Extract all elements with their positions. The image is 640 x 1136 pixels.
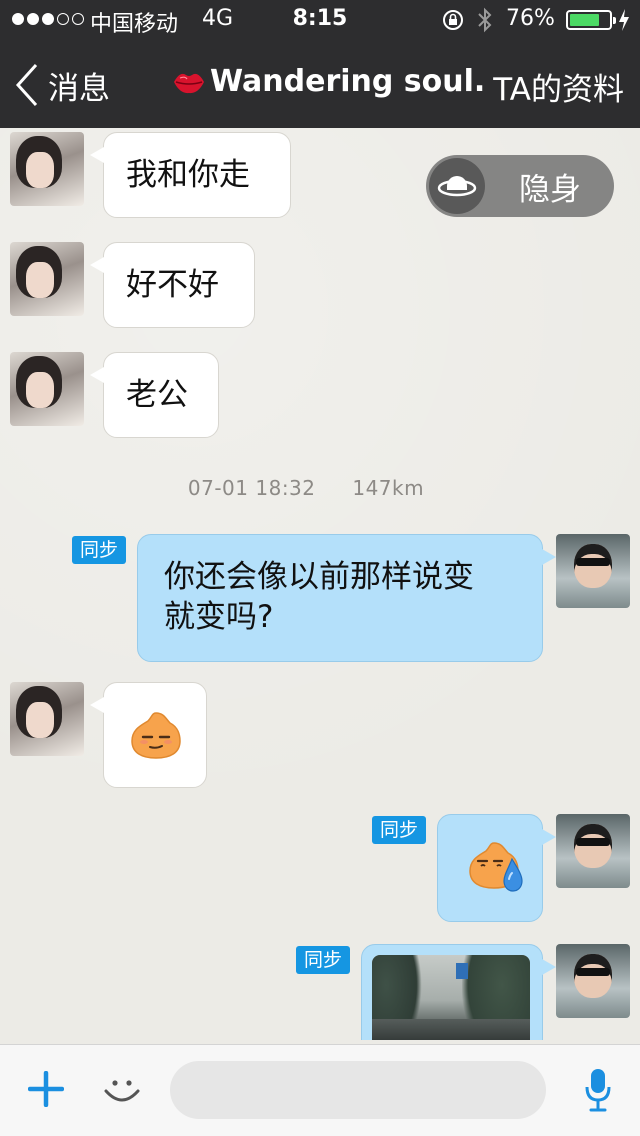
smiley-icon[interactable] — [102, 1069, 142, 1109]
incognito-toggle[interactable]: 隐身 — [426, 155, 614, 217]
page-title: Wandering soul. — [172, 64, 485, 99]
avatar[interactable] — [556, 814, 630, 888]
smirk-face-icon — [131, 712, 181, 759]
plus-icon[interactable] — [28, 1071, 64, 1107]
incognito-label: 隐身 — [519, 171, 581, 208]
bluetooth-icon — [478, 7, 492, 33]
message-bubble[interactable]: 老公 — [90, 352, 219, 438]
message-bubble[interactable] — [90, 682, 207, 788]
sync-badge: 同步 — [296, 946, 351, 974]
avatar[interactable] — [10, 682, 84, 756]
street-photo-thumbnail[interactable] — [372, 955, 530, 1040]
avatar[interactable] — [10, 242, 84, 316]
back-label: 消息 — [48, 70, 110, 107]
chat-area[interactable]: 我和你走 隐身 好不好 老公 07-01 18:32 147km 同步 你还会像… — [0, 128, 640, 1040]
chevron-left-icon — [15, 63, 38, 107]
timestamp-distance: 147km — [352, 476, 425, 500]
sync-badge: 同步 — [372, 816, 427, 844]
avatar[interactable] — [10, 352, 84, 426]
message-text: 老公 — [126, 377, 188, 413]
message-text: 好不好 — [126, 267, 219, 303]
top-bar: 中国移动 4G 8:15 76% 消息 Wandering soul. TA的资… — [0, 0, 640, 128]
avatar[interactable] — [556, 534, 630, 608]
image-message-bubble[interactable] — [361, 944, 556, 1040]
microphone-icon[interactable] — [584, 1067, 612, 1113]
rotation-lock-icon — [443, 10, 463, 30]
message-text: 你还会像以前那样说变 就变吗? — [164, 559, 474, 635]
sweat-face-icon — [469, 842, 523, 892]
message-text: 我和你走 — [126, 157, 250, 193]
message-bubble[interactable] — [437, 814, 556, 922]
input-bar — [0, 1044, 640, 1136]
timestamp-datetime: 07-01 18:32 — [187, 476, 316, 500]
message-bubble[interactable]: 好不好 — [90, 242, 255, 328]
ufo-icon — [429, 158, 485, 214]
charging-bolt-icon — [619, 9, 629, 31]
kiss-lips-icon — [174, 73, 204, 93]
sync-badge: 同步 — [72, 536, 127, 564]
back-button[interactable]: 消息 — [14, 62, 110, 108]
message-bubble[interactable]: 我和你走 — [90, 132, 291, 218]
avatar[interactable] — [10, 132, 84, 206]
avatar[interactable] — [556, 944, 630, 1018]
message-timestamp: 07-01 18:32 147km — [0, 476, 612, 500]
status-bar: 中国移动 4G 8:15 76% — [0, 0, 640, 40]
nav-bar: 消息 Wandering soul. TA的资料 — [0, 40, 640, 128]
battery-icon — [566, 10, 616, 30]
battery-percent: 76% — [506, 6, 555, 31]
contact-profile-button[interactable]: TA的资料 — [493, 64, 624, 109]
message-input[interactable] — [170, 1061, 546, 1119]
message-bubble[interactable]: 你还会像以前那样说变 就变吗? — [137, 534, 556, 662]
contact-name: Wandering soul. — [210, 64, 486, 99]
